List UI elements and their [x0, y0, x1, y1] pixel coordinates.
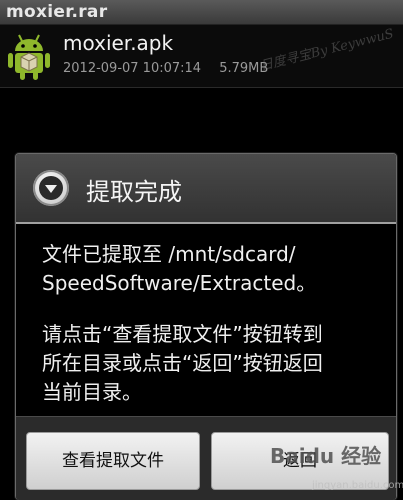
- archive-title: moxier.rar: [6, 2, 108, 22]
- author-watermark: 日度寻宝By KeywwuS: [258, 26, 396, 75]
- dialog-header: 提取完成: [16, 154, 396, 224]
- view-extracted-files-button[interactable]: 查看提取文件: [26, 432, 200, 490]
- file-date: 2012-09-07 10:07:14: [63, 61, 202, 76]
- dropdown-circle-icon: [33, 170, 69, 206]
- baidu-jingyan-watermark: Baidu 经验: [270, 444, 382, 468]
- title-bar: moxier.rar: [0, 0, 403, 25]
- file-name: moxier.apk: [63, 31, 174, 55]
- file-meta: 2012-09-07 10:07:14 5.79MB: [63, 61, 268, 76]
- screen: moxier.rar moxier.apk 2012-09-07 10:07:1…: [0, 0, 403, 500]
- android-apk-icon: [6, 31, 52, 81]
- dialog-body: 文件已提取至 /mnt/sdcard/ SpeedSoftware/Extrac…: [42, 240, 387, 429]
- extract-path-message: 文件已提取至 /mnt/sdcard/ SpeedSoftware/Extrac…: [42, 242, 317, 295]
- dialog-title: 提取完成: [86, 178, 182, 206]
- baidu-url-watermark: jingyan.baidu.com: [312, 480, 403, 491]
- file-row[interactable]: moxier.apk 2012-09-07 10:07:14 5.79MB 日度…: [0, 25, 403, 88]
- instruction-message: 请点击“查看提取文件”按钮转到 所在目录或点击“返回”按钮返回 当前目录。: [42, 322, 323, 404]
